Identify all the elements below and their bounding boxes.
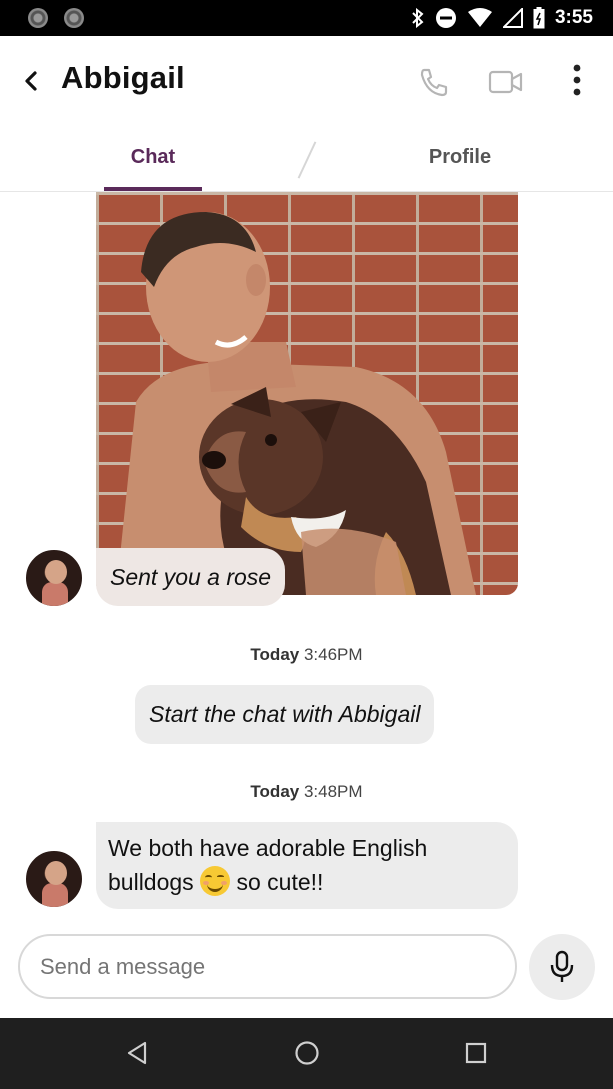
message-list[interactable]: Sent you a rose Today 3:46PM Start the c…	[0, 192, 613, 922]
more-vertical-icon[interactable]	[565, 62, 589, 102]
microphone-icon	[550, 950, 574, 982]
clock: 3:55	[554, 7, 593, 28]
tab-profile[interactable]: Profile	[410, 146, 510, 169]
tab-divider	[297, 141, 317, 179]
notification-dot-icon	[28, 8, 48, 28]
video-camera-icon[interactable]	[488, 62, 524, 102]
timestamp-day: Today	[250, 782, 300, 801]
status-bar: 3:55	[0, 0, 613, 36]
do-not-disturb-icon	[435, 8, 456, 28]
contact-avatar[interactable]	[24, 548, 84, 608]
timestamp: Today 3:46PM	[0, 645, 613, 665]
smiling-face-icon	[200, 866, 231, 896]
timestamp-time: 3:46PM	[303, 645, 363, 664]
contact-avatar[interactable]	[24, 849, 84, 909]
cell-signal-icon	[502, 8, 523, 28]
timestamp-time: 3:48PM	[303, 782, 363, 801]
home-circle-icon[interactable]	[294, 1040, 320, 1066]
rose-message-bubble: Sent you a rose	[96, 548, 286, 606]
battery-icon	[533, 7, 545, 29]
back-triangle-icon[interactable]	[126, 1040, 148, 1066]
recents-square-icon[interactable]	[464, 1040, 488, 1066]
message-bubble: We both have adorable English bulldogs s…	[96, 822, 518, 909]
timestamp: Today 3:48PM	[0, 782, 613, 802]
bluetooth-icon	[412, 8, 424, 28]
active-tab-indicator	[104, 187, 202, 191]
arrow-back-icon[interactable]	[20, 66, 44, 96]
wifi-icon	[467, 8, 492, 27]
composer	[0, 922, 613, 1018]
shared-photo[interactable]	[96, 192, 518, 595]
contact-name[interactable]: Abbigail	[61, 60, 185, 96]
system-message-bubble: Start the chat with Abbigail	[135, 685, 435, 744]
notification-dot-icon	[64, 8, 84, 28]
message-text: so cute!!	[236, 869, 324, 895]
system-nav-bar	[0, 1018, 613, 1089]
timestamp-day: Today	[250, 645, 300, 664]
tab-chat[interactable]: Chat	[104, 146, 202, 169]
phone-icon[interactable]	[413, 62, 453, 102]
message-input[interactable]	[18, 934, 517, 999]
tab-bar: Chat Profile	[0, 126, 613, 192]
mic-button[interactable]	[529, 934, 595, 1000]
chat-header: Abbigail	[0, 36, 613, 126]
